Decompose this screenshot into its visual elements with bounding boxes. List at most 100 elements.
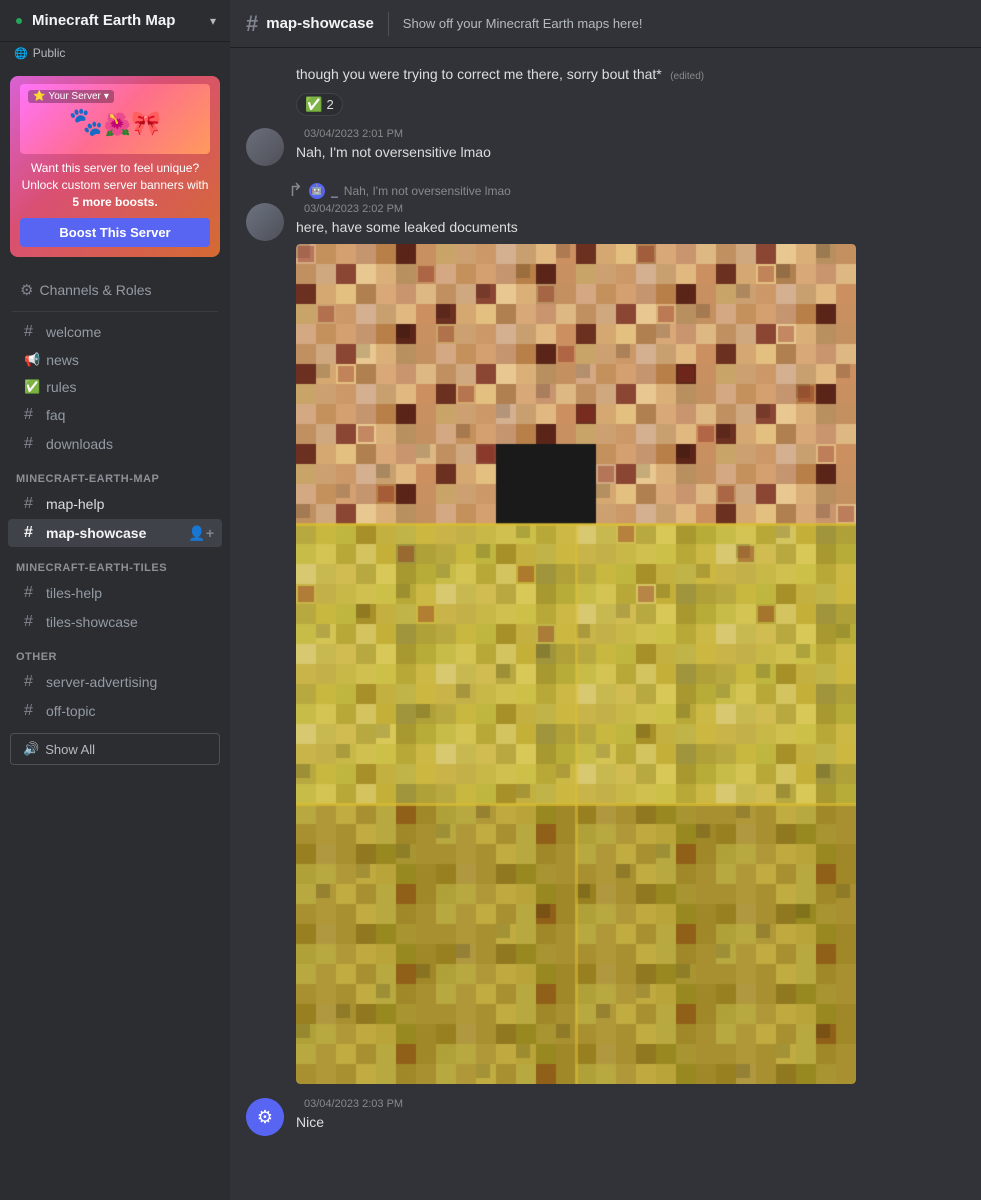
reply-indicator: ↱ 🤖 _ Nah, I'm not oversensitive lmao [296, 180, 965, 201]
server-visibility: Public [33, 46, 66, 60]
channel-name-off-topic: off-topic [46, 703, 214, 719]
channel-item-off-topic[interactable]: # off-topic [8, 697, 222, 725]
channel-item-faq[interactable]: # faq [8, 401, 222, 429]
message-2-content: 03/04/2023 2:01 PM Nah, I'm not oversens… [296, 128, 965, 166]
reply-avatar-mini: 🤖 [309, 183, 325, 199]
svg-text:⚙: ⚙ [257, 1107, 273, 1127]
hash-icon-tiles-help: # [24, 584, 40, 602]
boost-banner-text-pre: Want this server to feel unique? Unlock … [22, 161, 209, 192]
message-4-content: 03/04/2023 2:03 PM Nice [296, 1098, 965, 1136]
boost-banner-image: ⭐ Your Server ▾ 🐾 🌺 🎀 [20, 84, 210, 154]
hash-icon-downloads: # [24, 435, 40, 453]
message-3-content: 03/04/2023 2:02 PM here, have some leake… [296, 203, 965, 1084]
main-content: # map-showcase Show off your Minecraft E… [230, 0, 981, 1200]
message-2-timestamp: 03/04/2023 2:01 PM [304, 128, 403, 140]
message-3-avatar [246, 203, 284, 241]
banner-label-text: Your Server [48, 91, 100, 102]
topbar-description: Show off your Minecraft Earth maps here! [403, 16, 643, 31]
chevron-down-icon[interactable]: ▾ [210, 14, 216, 28]
channel-item-map-showcase[interactable]: # map-showcase 👤+ [8, 519, 222, 547]
rules-icon: ✅ [24, 379, 40, 395]
channel-name-news: news [46, 352, 214, 368]
channel-item-tiles-help[interactable]: # tiles-help [8, 579, 222, 607]
channels-roles-label: Channels & Roles [39, 282, 151, 298]
banner-emoji: 🐾 [69, 105, 104, 138]
channel-name-welcome: welcome [46, 324, 214, 340]
server-tag: 🌐 Public [0, 42, 230, 68]
message-3-header: 03/04/2023 2:02 PM [296, 203, 965, 215]
banner-decoration: 🐾 🌺 🎀 [20, 101, 210, 138]
channel-item-map-help[interactable]: # map-help [8, 490, 222, 518]
topbar-channel-name: map-showcase [266, 15, 374, 32]
hash-icon-map-help: # [24, 495, 40, 513]
announce-icon: 📢 [24, 352, 40, 368]
boost-banner-bold: 5 more boosts. [72, 195, 157, 209]
sidebar: Minecraft Earth Map ▾ 🌐 Public ⭐ Your Se… [0, 0, 230, 1200]
channel-name-faq: faq [46, 407, 214, 423]
channel-item-news[interactable]: 📢 news [8, 347, 222, 373]
channel-name-tiles-showcase: tiles-showcase [46, 614, 214, 630]
channel-item-rules[interactable]: ✅ rules [8, 374, 222, 400]
channel-topbar: # map-showcase Show off your Minecraft E… [230, 0, 981, 48]
banner-emoji2: 🌺 [104, 112, 131, 138]
message-4-header: 03/04/2023 2:03 PM [296, 1098, 965, 1110]
section-header-tiles: MINECRAFT-EARTH-TILES [0, 548, 230, 578]
message-1: though you were trying to correct me the… [246, 64, 965, 116]
reaction-checkmark[interactable]: ✅ 2 [296, 93, 343, 116]
message-2-avatar [246, 128, 284, 166]
channel-name-rules: rules [46, 379, 214, 395]
channel-name-server-advertising: server-advertising [46, 674, 214, 690]
message-3-text: here, have some leaked documents [296, 217, 965, 238]
globe-icon: 🌐 [14, 47, 28, 60]
hash-icon-off-topic: # [24, 702, 40, 720]
hash-icon: # [24, 323, 40, 341]
hash-icon-advertising: # [24, 673, 40, 691]
message-1-text: though you were trying to correct me the… [296, 66, 662, 82]
image-attachment[interactable] [296, 244, 856, 1084]
topbar-divider [388, 12, 389, 36]
star-icon: ⭐ [33, 91, 45, 102]
speaker-icon: 🔊 [23, 741, 39, 757]
channel-item-tiles-showcase[interactable]: # tiles-showcase [8, 608, 222, 636]
chevron-down-small-icon: ▾ [104, 91, 109, 102]
message-2-header: 03/04/2023 2:01 PM [296, 128, 965, 140]
message-3: 03/04/2023 2:02 PM here, have some leake… [246, 203, 965, 1084]
channels-and-roles-item[interactable]: ⚙ Channels & Roles [8, 275, 222, 305]
hash-icon-tiles-showcase: # [24, 613, 40, 631]
message-4-group: ⚙ 03/04/2023 2:03 PM Nice [246, 1098, 965, 1136]
channel-name-map-showcase: map-showcase [46, 525, 182, 541]
reply-text: Nah, I'm not oversensitive lmao [344, 184, 511, 198]
reply-curve-icon: ↱ [288, 180, 303, 201]
reaction-count: 2 [326, 97, 333, 112]
hashtag-settings-icon: ⚙ [20, 281, 33, 299]
check-emoji: ✅ [305, 96, 322, 113]
show-all-button[interactable]: 🔊 Show All [10, 733, 220, 765]
channel-item-downloads[interactable]: # downloads [8, 430, 222, 458]
server-online-dot [14, 16, 24, 26]
channel-item-welcome[interactable]: # welcome [8, 318, 222, 346]
boost-server-button[interactable]: Boost This Server [20, 218, 210, 247]
boost-text: Want this server to feel unique? Unlock … [20, 160, 210, 210]
message-3-group: ↱ 🤖 _ Nah, I'm not oversensitive lmao 03… [246, 180, 965, 1084]
channel-name-tiles-help: tiles-help [46, 585, 214, 601]
server-header-left: Minecraft Earth Map [14, 12, 175, 29]
boost-banner: ⭐ Your Server ▾ 🐾 🌺 🎀 Want this server t… [10, 76, 220, 257]
show-all-label: Show All [45, 742, 95, 757]
hash-icon-faq: # [24, 406, 40, 424]
message-3-timestamp: 03/04/2023 2:02 PM [304, 203, 403, 215]
section-header-other: OTHER [0, 637, 230, 667]
boost-banner-inner: ⭐ Your Server ▾ 🐾 🌺 🎀 Want this server t… [10, 76, 220, 257]
server-header[interactable]: Minecraft Earth Map ▾ [0, 0, 230, 42]
message-2-text: Nah, I'm not oversensitive lmao [296, 142, 965, 163]
add-member-icon[interactable]: 👤+ [188, 525, 214, 542]
channel-item-server-advertising[interactable]: # server-advertising [8, 668, 222, 696]
channels-section: ⚙ Channels & Roles # welcome 📢 news ✅ ru… [0, 265, 230, 1200]
banner-label: ⭐ Your Server ▾ [28, 90, 114, 103]
hash-icon-map-showcase: # [24, 524, 40, 542]
section-header-map: MINECRAFT-EARTH-MAP [0, 459, 230, 489]
message-1-edited: (edited) [670, 71, 704, 82]
reply-username: _ [331, 184, 338, 198]
topbar-hash-icon: # [246, 11, 258, 37]
reaction-container: ✅ 2 [296, 89, 965, 116]
message-4-text: Nice [296, 1112, 965, 1133]
